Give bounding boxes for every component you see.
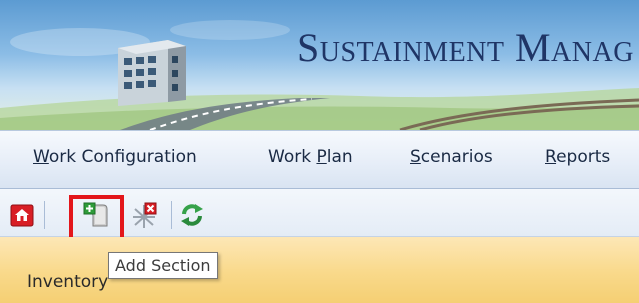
delete-section-button[interactable] xyxy=(130,201,158,229)
app-title: Sustainment Manag xyxy=(297,25,634,70)
delete-section-icon xyxy=(133,202,157,228)
inventory-title: Inventory xyxy=(27,272,109,292)
toolbar-separator xyxy=(171,201,172,229)
add-section-tooltip: Add Section xyxy=(108,252,218,279)
menu-accelerator: S xyxy=(410,147,421,167)
refresh-button[interactable] xyxy=(178,201,206,229)
building-road-logo xyxy=(118,40,186,106)
refresh-icon xyxy=(181,204,203,226)
menu-scenarios[interactable]: Scenarios xyxy=(410,147,493,167)
header-banner: Sustainment Manag xyxy=(0,0,639,130)
menu-accelerator: P xyxy=(316,147,327,167)
toolbar-separator xyxy=(44,201,45,229)
menu-work-configuration[interactable]: Work Configuration xyxy=(33,147,197,167)
inventory-panel-header[interactable] xyxy=(0,237,639,303)
menu-work-plan[interactable]: Work Plan xyxy=(268,147,353,167)
home-button[interactable] xyxy=(8,201,36,229)
menu-label-post: ork Configuration xyxy=(48,147,197,167)
menu-label-post: lan xyxy=(326,147,353,167)
menu-accelerator: W xyxy=(33,147,49,167)
menu-reports[interactable]: Reports xyxy=(545,147,610,167)
add-section-button[interactable] xyxy=(82,201,110,229)
menu-label-post: cenarios xyxy=(420,147,493,167)
menu-accelerator: R xyxy=(545,147,557,167)
add-section-icon xyxy=(83,202,108,227)
menu-label-post: eports xyxy=(556,147,611,167)
home-icon xyxy=(10,204,34,227)
menu-label-pre: Work xyxy=(268,147,317,167)
